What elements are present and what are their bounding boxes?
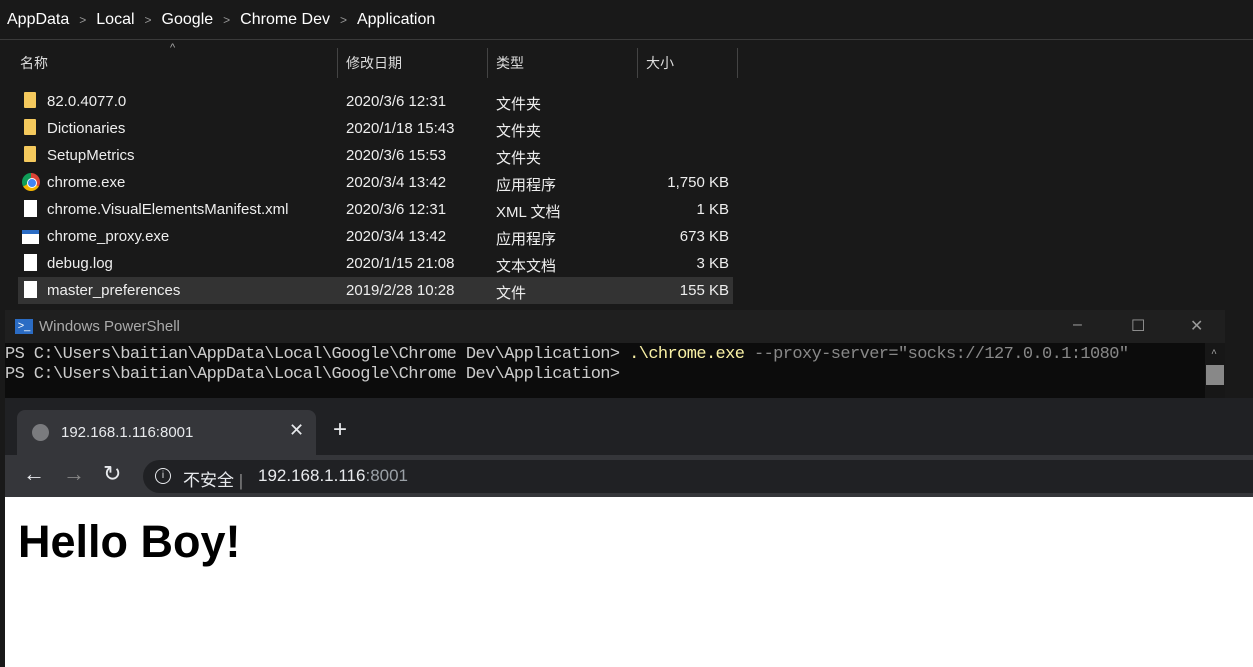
column-date[interactable]: 修改日期 [338,48,488,78]
url-text[interactable]: 192.168.1.116:8001 [258,466,408,486]
file-size: 155 KB [679,282,729,299]
file-type: XML 文档 [496,204,561,221]
folder-icon [24,146,36,162]
file-name: chrome_proxy.exe [47,228,170,245]
breadcrumb-appdata[interactable]: AppData [7,11,69,29]
breadcrumb-google[interactable]: Google [162,11,214,29]
folder-icon [24,119,36,135]
file-type: 应用程序 [496,231,557,248]
file-icon [24,200,37,217]
file-date: 2020/1/15 21:08 [346,255,455,272]
window-title: Windows PowerShell [39,318,180,335]
chevron-right-icon[interactable]: > [145,13,152,27]
file-type: 文件夹 [496,96,542,113]
chevron-right-icon[interactable]: > [340,13,347,27]
file-name: SetupMetrics [47,147,135,164]
browser-tab[interactable]: 192.168.1.116:8001 ✕ [17,410,316,455]
file-name: debug.log [47,255,113,272]
console-line: PS C:\Users\baitian\AppData\Local\Google… [5,345,1129,364]
toolbar: ← → ↻ i 不安全 | 192.168.1.116:8001 [5,455,1253,497]
file-date: 2020/3/4 13:42 [346,228,447,245]
file-name: 82.0.4077.0 [47,93,127,110]
file-name: chrome.exe [47,174,126,191]
breadcrumb: AppData > Local > Google > Chrome Dev > Appl… [0,0,1253,40]
file-row[interactable]: chrome_proxy.exe 2020/3/4 13:42 应用程序 673… [18,223,733,250]
file-name: chrome.VisualElementsManifest.xml [47,201,289,218]
file-size: 673 KB [679,228,729,245]
forward-button[interactable]: → [63,461,85,487]
info-icon[interactable]: i [155,468,171,484]
column-headers: ^ 名称 修改日期 类型 大小 [0,40,740,85]
console-line: PS C:\Users\baitian\AppData\Local\Google… [5,365,620,384]
column-type[interactable]: 类型 [488,48,638,78]
file-row[interactable]: master_preferences 2019/2/28 10:28 文件 15… [18,277,733,304]
file-icon [24,254,37,271]
minimize-button[interactable]: – [1073,316,1082,334]
file-type: 文件夹 [496,150,542,167]
powershell-window: >_ Windows PowerShell – ☐ ✕ PS C:\Users\… [5,310,1225,400]
file-date: 2020/3/4 13:42 [346,174,447,191]
file-row[interactable]: Dictionaries 2020/1/18 15:43 文件夹 [18,115,733,142]
page-heading: Hello Boy! [18,516,241,567]
file-size: 1 KB [696,201,729,218]
scroll-up-icon: ^ [1211,349,1217,360]
scrollbar[interactable]: ^ [1205,343,1225,400]
file-row[interactable]: 82.0.4077.0 2020/3/6 12:31 文件夹 [18,88,733,115]
file-row[interactable]: chrome.VisualElementsManifest.xml 2020/3… [18,196,733,223]
file-name: master_preferences [47,282,181,299]
file-type: 文件 [496,285,527,302]
breadcrumb-application[interactable]: Application [357,11,435,29]
globe-icon [32,424,49,441]
file-size: 1,750 KB [667,174,729,191]
column-name[interactable]: 名称 [12,48,338,78]
exe-icon [22,230,39,244]
tab-title: 192.168.1.116:8001 [61,424,194,441]
close-tab-icon[interactable]: ✕ [289,420,304,441]
maximize-button[interactable]: ☐ [1131,316,1145,336]
file-date: 2020/1/18 15:43 [346,120,455,137]
chevron-right-icon[interactable]: > [79,13,86,27]
chrome-window: 192.168.1.116:8001 ✕ + ← → ↻ i 不安全 | 192… [5,398,1253,667]
breadcrumb-local[interactable]: Local [96,11,134,29]
file-row[interactable]: debug.log 2020/1/15 21:08 文本文档 3 KB [18,250,733,277]
powershell-icon: >_ [15,319,33,334]
close-button[interactable]: ✕ [1190,316,1203,336]
file-date: 2019/2/28 10:28 [346,282,455,299]
breadcrumb-chrome-dev[interactable]: Chrome Dev [240,11,330,29]
powershell-titlebar[interactable]: >_ Windows PowerShell – ☐ ✕ [5,310,1225,343]
address-bar[interactable]: i 不安全 | 192.168.1.116:8001 [143,460,1253,493]
file-date: 2020/3/6 12:31 [346,201,447,218]
new-tab-button[interactable]: + [333,416,347,444]
security-label[interactable]: 不安全 | [183,466,243,491]
file-date: 2020/3/6 15:53 [346,147,447,164]
column-size[interactable]: 大小 [638,48,738,78]
reload-button[interactable]: ↻ [103,461,121,487]
file-type: 文件夹 [496,123,542,140]
file-name: Dictionaries [47,120,126,137]
file-size: 3 KB [696,255,729,272]
file-icon [24,281,37,298]
file-row[interactable]: chrome.exe 2020/3/4 13:42 应用程序 1,750 KB [18,169,733,196]
chevron-right-icon[interactable]: > [223,13,230,27]
tab-strip: 192.168.1.116:8001 ✕ + [5,398,1253,455]
file-row[interactable]: SetupMetrics 2020/3/6 15:53 文件夹 [18,142,733,169]
console-output[interactable]: PS C:\Users\baitian\AppData\Local\Google… [5,343,1225,400]
folder-icon [24,92,36,108]
scrollbar-thumb [1206,365,1224,385]
chrome-icon [22,173,40,191]
back-button[interactable]: ← [23,461,45,487]
file-date: 2020/3/6 12:31 [346,93,447,110]
file-type: 应用程序 [496,177,557,194]
file-type: 文本文档 [496,258,557,275]
